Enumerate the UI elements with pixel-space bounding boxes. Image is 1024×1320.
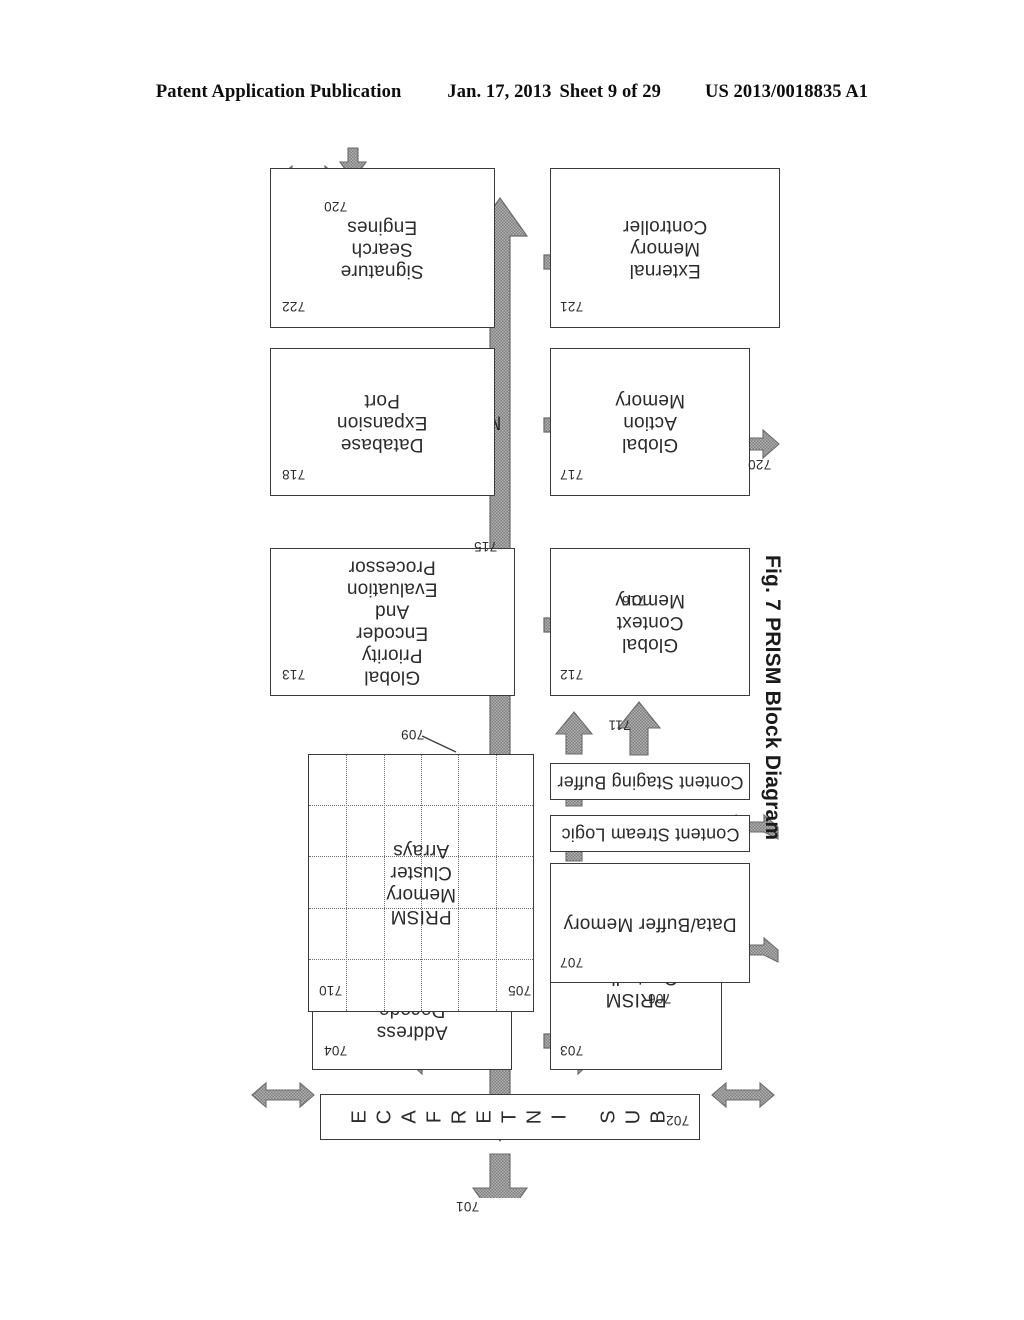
bus-interface-letter: T: [498, 1110, 521, 1124]
ref-703: 703: [559, 1042, 584, 1058]
ref-720-top: 720: [323, 198, 348, 214]
document-number: US 2013/0018835 A1: [704, 82, 869, 102]
ref-713: 713: [281, 666, 306, 682]
bus-interface-letter: C: [373, 1109, 396, 1125]
bus-interface-label: BUS INTERFACE: [348, 1105, 672, 1128]
bus-interface-letter: S: [597, 1110, 620, 1124]
data-buffer-memory-label: Data/Buffer Memory: [563, 913, 737, 935]
figure-canvas: BUS INTERFACE 702 PRISM Controller 703 A…: [160, 138, 860, 1214]
ref-722: 722: [281, 298, 306, 314]
bus-interface-letter: F: [423, 1110, 446, 1124]
host-bus-arrow-701: [471, 1153, 529, 1198]
figure-7-block-diagram: BUS INTERFACE 702 PRISM Controller 703 A…: [160, 138, 860, 1214]
bus-interface-letter: A: [398, 1110, 421, 1124]
ref-707: 707: [559, 954, 584, 970]
bus-interface-letter: U: [622, 1109, 645, 1125]
external-memory-controller-label: External Memory Controller: [622, 215, 708, 282]
content-stream-logic-label: Content Stream Logic: [560, 823, 740, 844]
content-staging-buffer-label: Content Staging Buffer: [556, 771, 744, 792]
global-priority-encoder-label: Global Priority Encoder And Evaluation P…: [347, 556, 438, 689]
publication-title: Patent Application Publication: [155, 82, 402, 102]
bus-interface-block[interactable]: BUS INTERFACE: [320, 1094, 700, 1140]
bus-interface-letter: R: [448, 1109, 471, 1125]
ref-718: 718: [281, 466, 306, 482]
signature-search-engines-label: Signature Search Engines: [340, 215, 425, 282]
sheet-number: Sheet 9 of 29: [559, 82, 661, 102]
bus-interface-letter: N: [523, 1109, 546, 1125]
ref-716: 716: [621, 592, 646, 608]
publication-date: Jan. 17, 2013: [447, 82, 552, 102]
ref-705: 705: [507, 982, 532, 998]
content-staging-buffer-block[interactable]: Content Staging Buffer: [550, 763, 750, 800]
ref-721: 721: [559, 298, 584, 314]
bus-interface-letter: E: [473, 1110, 496, 1124]
ref-710: 710: [318, 982, 343, 998]
prism-array-label: PRISM Memory Cluster Arrays: [386, 839, 456, 928]
ref-715: 715: [473, 538, 498, 554]
sheet-header: Patent Application Publication Jan. 17, …: [0, 82, 1024, 103]
external-memory-controller-block[interactable]: External Memory Controller: [550, 168, 780, 328]
database-expansion-port-label: Database Expansion Port: [337, 389, 428, 456]
prism-memory-cluster-arrays-block[interactable]: PRISM Memory Cluster Arrays: [308, 754, 534, 1012]
ref-709: 709: [400, 726, 425, 742]
ref-706: 706: [647, 990, 672, 1006]
bus-interface-letter: E: [348, 1110, 371, 1124]
ref-702: 702: [665, 1112, 690, 1128]
content-stream-logic-block[interactable]: Content Stream Logic: [550, 815, 750, 852]
figure-caption: Fig. 7 PRISM Block Diagram: [761, 555, 784, 841]
ref-720-right: 720: [747, 456, 772, 472]
ref-711: 711: [608, 717, 631, 733]
ref-712: 712: [559, 666, 584, 682]
global-priority-encoder-block[interactable]: Global Priority Encoder And Evaluation P…: [270, 548, 515, 696]
ref-717: 717: [559, 466, 584, 482]
ref-701: 701: [455, 1198, 480, 1214]
bus-interface-letter: I: [548, 1114, 571, 1120]
global-action-memory-label: Global Action Memory: [615, 389, 685, 456]
bus-interface-letter: [573, 1105, 597, 1128]
ref-704: 704: [323, 1042, 348, 1058]
